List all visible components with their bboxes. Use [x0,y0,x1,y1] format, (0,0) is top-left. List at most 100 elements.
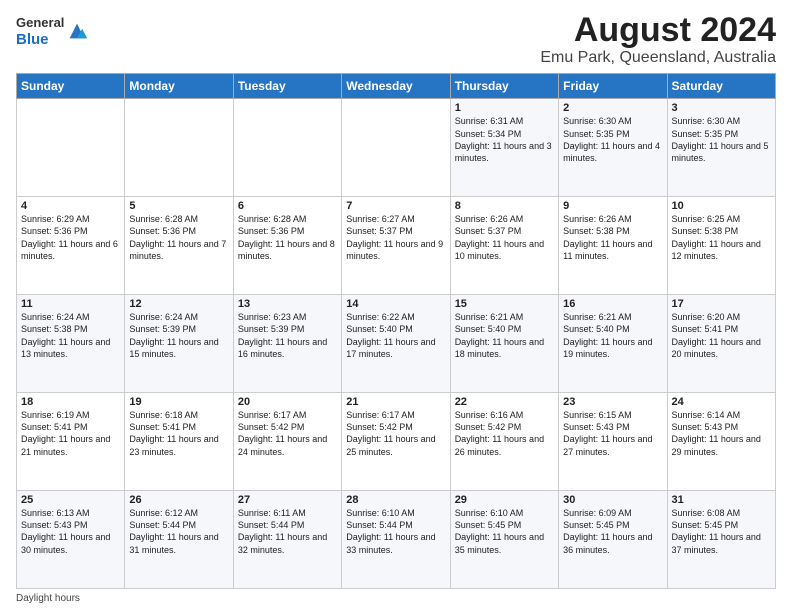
day-info: Sunrise: 6:16 AMSunset: 5:42 PMDaylight:… [455,409,554,458]
calendar-cell: 21Sunrise: 6:17 AMSunset: 5:42 PMDayligh… [342,393,450,491]
calendar-cell: 15Sunrise: 6:21 AMSunset: 5:40 PMDayligh… [450,295,558,393]
calendar-table: SundayMondayTuesdayWednesdayThursdayFrid… [16,73,776,589]
calendar-header-row: SundayMondayTuesdayWednesdayThursdayFrid… [17,74,776,99]
calendar-cell [342,99,450,197]
calendar-cell: 6Sunrise: 6:28 AMSunset: 5:36 PMDaylight… [233,197,341,295]
day-info: Sunrise: 6:18 AMSunset: 5:41 PMDaylight:… [129,409,228,458]
day-info: Sunrise: 6:26 AMSunset: 5:37 PMDaylight:… [455,213,554,262]
day-info: Sunrise: 6:28 AMSunset: 5:36 PMDaylight:… [238,213,337,262]
day-number: 14 [346,298,445,310]
calendar-cell: 30Sunrise: 6:09 AMSunset: 5:45 PMDayligh… [559,491,667,589]
footer-note: Daylight hours [16,593,776,604]
calendar-cell: 7Sunrise: 6:27 AMSunset: 5:37 PMDaylight… [342,197,450,295]
day-number: 31 [672,494,771,506]
day-info: Sunrise: 6:30 AMSunset: 5:35 PMDaylight:… [563,115,662,164]
calendar-cell: 1Sunrise: 6:31 AMSunset: 5:34 PMDaylight… [450,99,558,197]
day-number: 23 [563,396,662,408]
day-number: 8 [455,200,554,212]
calendar-cell: 22Sunrise: 6:16 AMSunset: 5:42 PMDayligh… [450,393,558,491]
calendar-cell: 23Sunrise: 6:15 AMSunset: 5:43 PMDayligh… [559,393,667,491]
calendar-cell: 8Sunrise: 6:26 AMSunset: 5:37 PMDaylight… [450,197,558,295]
logo-icon [66,20,88,42]
day-info: Sunrise: 6:09 AMSunset: 5:45 PMDaylight:… [563,507,662,556]
day-number: 1 [455,102,554,114]
page-title: August 2024 [540,12,776,49]
calendar-cell: 14Sunrise: 6:22 AMSunset: 5:40 PMDayligh… [342,295,450,393]
day-info: Sunrise: 6:29 AMSunset: 5:36 PMDaylight:… [21,213,120,262]
day-number: 26 [129,494,228,506]
day-number: 25 [21,494,120,506]
day-number: 30 [563,494,662,506]
day-number: 19 [129,396,228,408]
day-info: Sunrise: 6:17 AMSunset: 5:42 PMDaylight:… [238,409,337,458]
day-info: Sunrise: 6:30 AMSunset: 5:35 PMDaylight:… [672,115,771,164]
day-number: 7 [346,200,445,212]
header-day-saturday: Saturday [667,74,775,99]
day-info: Sunrise: 6:21 AMSunset: 5:40 PMDaylight:… [455,311,554,360]
day-info: Sunrise: 6:12 AMSunset: 5:44 PMDaylight:… [129,507,228,556]
day-info: Sunrise: 6:27 AMSunset: 5:37 PMDaylight:… [346,213,445,262]
calendar-cell: 24Sunrise: 6:14 AMSunset: 5:43 PMDayligh… [667,393,775,491]
calendar-cell: 4Sunrise: 6:29 AMSunset: 5:36 PMDaylight… [17,197,125,295]
day-info: Sunrise: 6:23 AMSunset: 5:39 PMDaylight:… [238,311,337,360]
day-number: 24 [672,396,771,408]
header-day-thursday: Thursday [450,74,558,99]
header-day-sunday: Sunday [17,74,125,99]
calendar-cell: 27Sunrise: 6:11 AMSunset: 5:44 PMDayligh… [233,491,341,589]
calendar-cell: 31Sunrise: 6:08 AMSunset: 5:45 PMDayligh… [667,491,775,589]
logo-general: General [16,16,64,31]
header-day-wednesday: Wednesday [342,74,450,99]
calendar-cell: 28Sunrise: 6:10 AMSunset: 5:44 PMDayligh… [342,491,450,589]
calendar-cell: 12Sunrise: 6:24 AMSunset: 5:39 PMDayligh… [125,295,233,393]
title-block: August 2024 Emu Park, Queensland, Austra… [540,12,776,67]
logo-blue: Blue [16,31,64,48]
day-number: 2 [563,102,662,114]
calendar-cell [233,99,341,197]
day-info: Sunrise: 6:11 AMSunset: 5:44 PMDaylight:… [238,507,337,556]
day-number: 18 [21,396,120,408]
calendar-week-row: 11Sunrise: 6:24 AMSunset: 5:38 PMDayligh… [17,295,776,393]
day-info: Sunrise: 6:19 AMSunset: 5:41 PMDaylight:… [21,409,120,458]
logo-text: General Blue [16,16,64,48]
calendar-week-row: 25Sunrise: 6:13 AMSunset: 5:43 PMDayligh… [17,491,776,589]
day-info: Sunrise: 6:08 AMSunset: 5:45 PMDaylight:… [672,507,771,556]
footer-text: Daylight hours [16,593,80,604]
day-info: Sunrise: 6:17 AMSunset: 5:42 PMDaylight:… [346,409,445,458]
day-number: 13 [238,298,337,310]
calendar-cell: 10Sunrise: 6:25 AMSunset: 5:38 PMDayligh… [667,197,775,295]
day-info: Sunrise: 6:14 AMSunset: 5:43 PMDaylight:… [672,409,771,458]
day-number: 20 [238,396,337,408]
calendar-cell: 26Sunrise: 6:12 AMSunset: 5:44 PMDayligh… [125,491,233,589]
calendar-cell: 25Sunrise: 6:13 AMSunset: 5:43 PMDayligh… [17,491,125,589]
page: General Blue August 2024 Emu Park, Queen… [0,0,792,612]
calendar-week-row: 1Sunrise: 6:31 AMSunset: 5:34 PMDaylight… [17,99,776,197]
header-day-monday: Monday [125,74,233,99]
day-number: 3 [672,102,771,114]
day-number: 12 [129,298,228,310]
header-day-tuesday: Tuesday [233,74,341,99]
day-info: Sunrise: 6:24 AMSunset: 5:39 PMDaylight:… [129,311,228,360]
calendar-cell: 19Sunrise: 6:18 AMSunset: 5:41 PMDayligh… [125,393,233,491]
day-number: 9 [563,200,662,212]
day-info: Sunrise: 6:10 AMSunset: 5:45 PMDaylight:… [455,507,554,556]
day-number: 15 [455,298,554,310]
page-subtitle: Emu Park, Queensland, Australia [540,49,776,67]
day-number: 29 [455,494,554,506]
calendar-cell: 5Sunrise: 6:28 AMSunset: 5:36 PMDaylight… [125,197,233,295]
calendar-cell: 9Sunrise: 6:26 AMSunset: 5:38 PMDaylight… [559,197,667,295]
calendar-cell: 20Sunrise: 6:17 AMSunset: 5:42 PMDayligh… [233,393,341,491]
day-number: 22 [455,396,554,408]
day-number: 27 [238,494,337,506]
day-info: Sunrise: 6:28 AMSunset: 5:36 PMDaylight:… [129,213,228,262]
header: General Blue August 2024 Emu Park, Queen… [16,12,776,67]
calendar-cell [17,99,125,197]
day-number: 4 [21,200,120,212]
day-number: 5 [129,200,228,212]
day-info: Sunrise: 6:13 AMSunset: 5:43 PMDaylight:… [21,507,120,556]
calendar-cell: 17Sunrise: 6:20 AMSunset: 5:41 PMDayligh… [667,295,775,393]
day-number: 6 [238,200,337,212]
header-day-friday: Friday [559,74,667,99]
day-info: Sunrise: 6:20 AMSunset: 5:41 PMDaylight:… [672,311,771,360]
day-info: Sunrise: 6:31 AMSunset: 5:34 PMDaylight:… [455,115,554,164]
calendar-cell: 13Sunrise: 6:23 AMSunset: 5:39 PMDayligh… [233,295,341,393]
